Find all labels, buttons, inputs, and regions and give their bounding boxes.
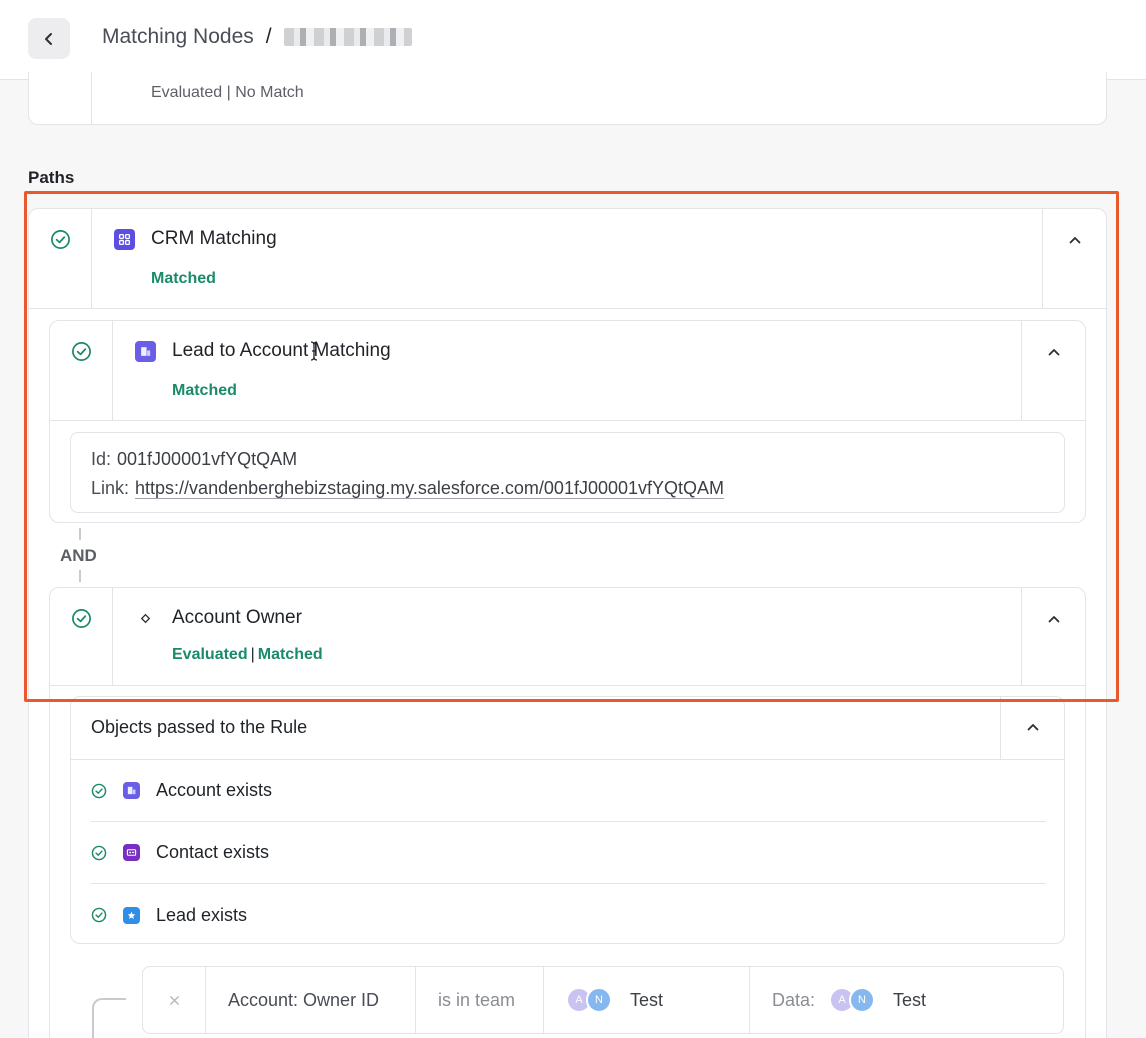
matched-record-details: Id: 001fJ00001vfYQtQAM Link: https://vande…	[70, 432, 1065, 513]
redacted-name	[283, 28, 412, 46]
contact-icon	[123, 844, 140, 861]
lead-to-account-card: Lead to Account Matching Matched Id: 001f…	[49, 320, 1086, 523]
check-circle-icon	[91, 907, 107, 923]
id-value: 001fJ00001vfYQtQAM	[117, 449, 298, 469]
chevron-left-icon	[45, 32, 52, 45]
page-header: Matching Nodes /	[0, 0, 1146, 80]
avatar: N	[586, 987, 612, 1013]
remove-condition-button[interactable]	[143, 967, 206, 1033]
objects-passed-title: Objects passed to the Rule	[91, 717, 308, 737]
team-name: Test	[630, 989, 664, 1010]
account-owner-header: Account Owner Evaluated | Matched	[50, 588, 1085, 686]
diamond-icon	[135, 608, 156, 629]
chevron-up-icon	[1027, 724, 1038, 731]
objects-passed-card: Objects passed to the Rule Account exist…	[70, 696, 1065, 944]
check-circle-icon	[91, 845, 107, 860]
and-connector-label: AND	[60, 546, 97, 565]
crm-matching-title: CRM Matching	[151, 228, 277, 249]
chevron-up-icon	[1048, 349, 1059, 356]
chevron-up-icon	[1069, 237, 1080, 244]
lead-to-account-status: Matched	[172, 382, 237, 399]
account-owner-title: Account Owner	[172, 607, 302, 628]
condition-data: Data: A N Test	[750, 967, 948, 1033]
check-circle-icon	[91, 783, 107, 798]
object-label: Account exists	[156, 780, 273, 800]
condition-bracket	[92, 998, 126, 1038]
previous-path-status: Evaluated | No Match	[151, 84, 304, 101]
list-item: Lead exists	[91, 884, 1046, 946]
close-icon	[169, 995, 179, 1005]
crm-matching-status: Matched	[151, 270, 216, 287]
breadcrumb-matching-nodes[interactable]: Matching Nodes	[102, 25, 254, 49]
condition-operator[interactable]: is in team	[416, 967, 544, 1033]
list-item: Account exists	[91, 760, 1046, 822]
account-building-icon	[135, 340, 156, 362]
team-avatars: A N	[566, 987, 612, 1013]
list-item: Contact exists	[91, 822, 1046, 884]
lead-to-account-title: Lead to Account Matching	[172, 340, 391, 361]
chevron-up-icon	[1048, 616, 1059, 623]
crm-matching-collapse-button[interactable]	[1042, 209, 1106, 308]
crm-matching-header: CRM Matching Matched	[29, 209, 1106, 309]
check-circle-icon	[71, 609, 91, 628]
account-owner-collapse-button[interactable]	[1021, 588, 1085, 685]
breadcrumb: Matching Nodes /	[102, 25, 412, 49]
data-team-name: Test	[893, 989, 927, 1010]
condition-row: Account: Owner ID is in team A N Test Da…	[142, 966, 1064, 1034]
back-button[interactable]	[28, 18, 70, 59]
lead-to-account-header: Lead to Account Matching Matched	[50, 321, 1085, 421]
account-owner-status: Evaluated | Matched	[172, 646, 323, 663]
objects-collapse-button[interactable]	[1000, 697, 1064, 759]
objects-passed-header: Objects passed to the Rule	[71, 697, 1064, 760]
salesforce-link[interactable]: https://vandenberghebizstaging.my.salesf…	[135, 478, 724, 498]
connector-line	[79, 570, 81, 582]
check-circle-icon	[50, 230, 70, 249]
team-avatars: A N	[829, 987, 876, 1013]
object-label: Lead exists	[156, 904, 248, 925]
data-label: Data:	[772, 989, 816, 1010]
account-icon	[123, 782, 140, 799]
previous-path-card: Evaluated | No Match	[28, 72, 1107, 125]
connector-line	[79, 528, 81, 540]
condition-value[interactable]: A N Test	[544, 967, 750, 1033]
lead-icon	[123, 906, 140, 924]
condition-field[interactable]: Account: Owner ID	[206, 967, 416, 1033]
check-circle-icon	[71, 342, 91, 361]
crm-icon	[114, 228, 135, 250]
avatar: N	[849, 987, 876, 1013]
lead-to-account-collapse-button[interactable]	[1021, 321, 1085, 420]
text-cursor-icon	[310, 341, 318, 361]
breadcrumb-separator: /	[265, 25, 272, 48]
paths-heading: Paths	[28, 168, 75, 187]
object-label: Contact exists	[156, 842, 270, 862]
id-label: Id:	[91, 449, 112, 469]
link-label: Link:	[91, 478, 130, 498]
